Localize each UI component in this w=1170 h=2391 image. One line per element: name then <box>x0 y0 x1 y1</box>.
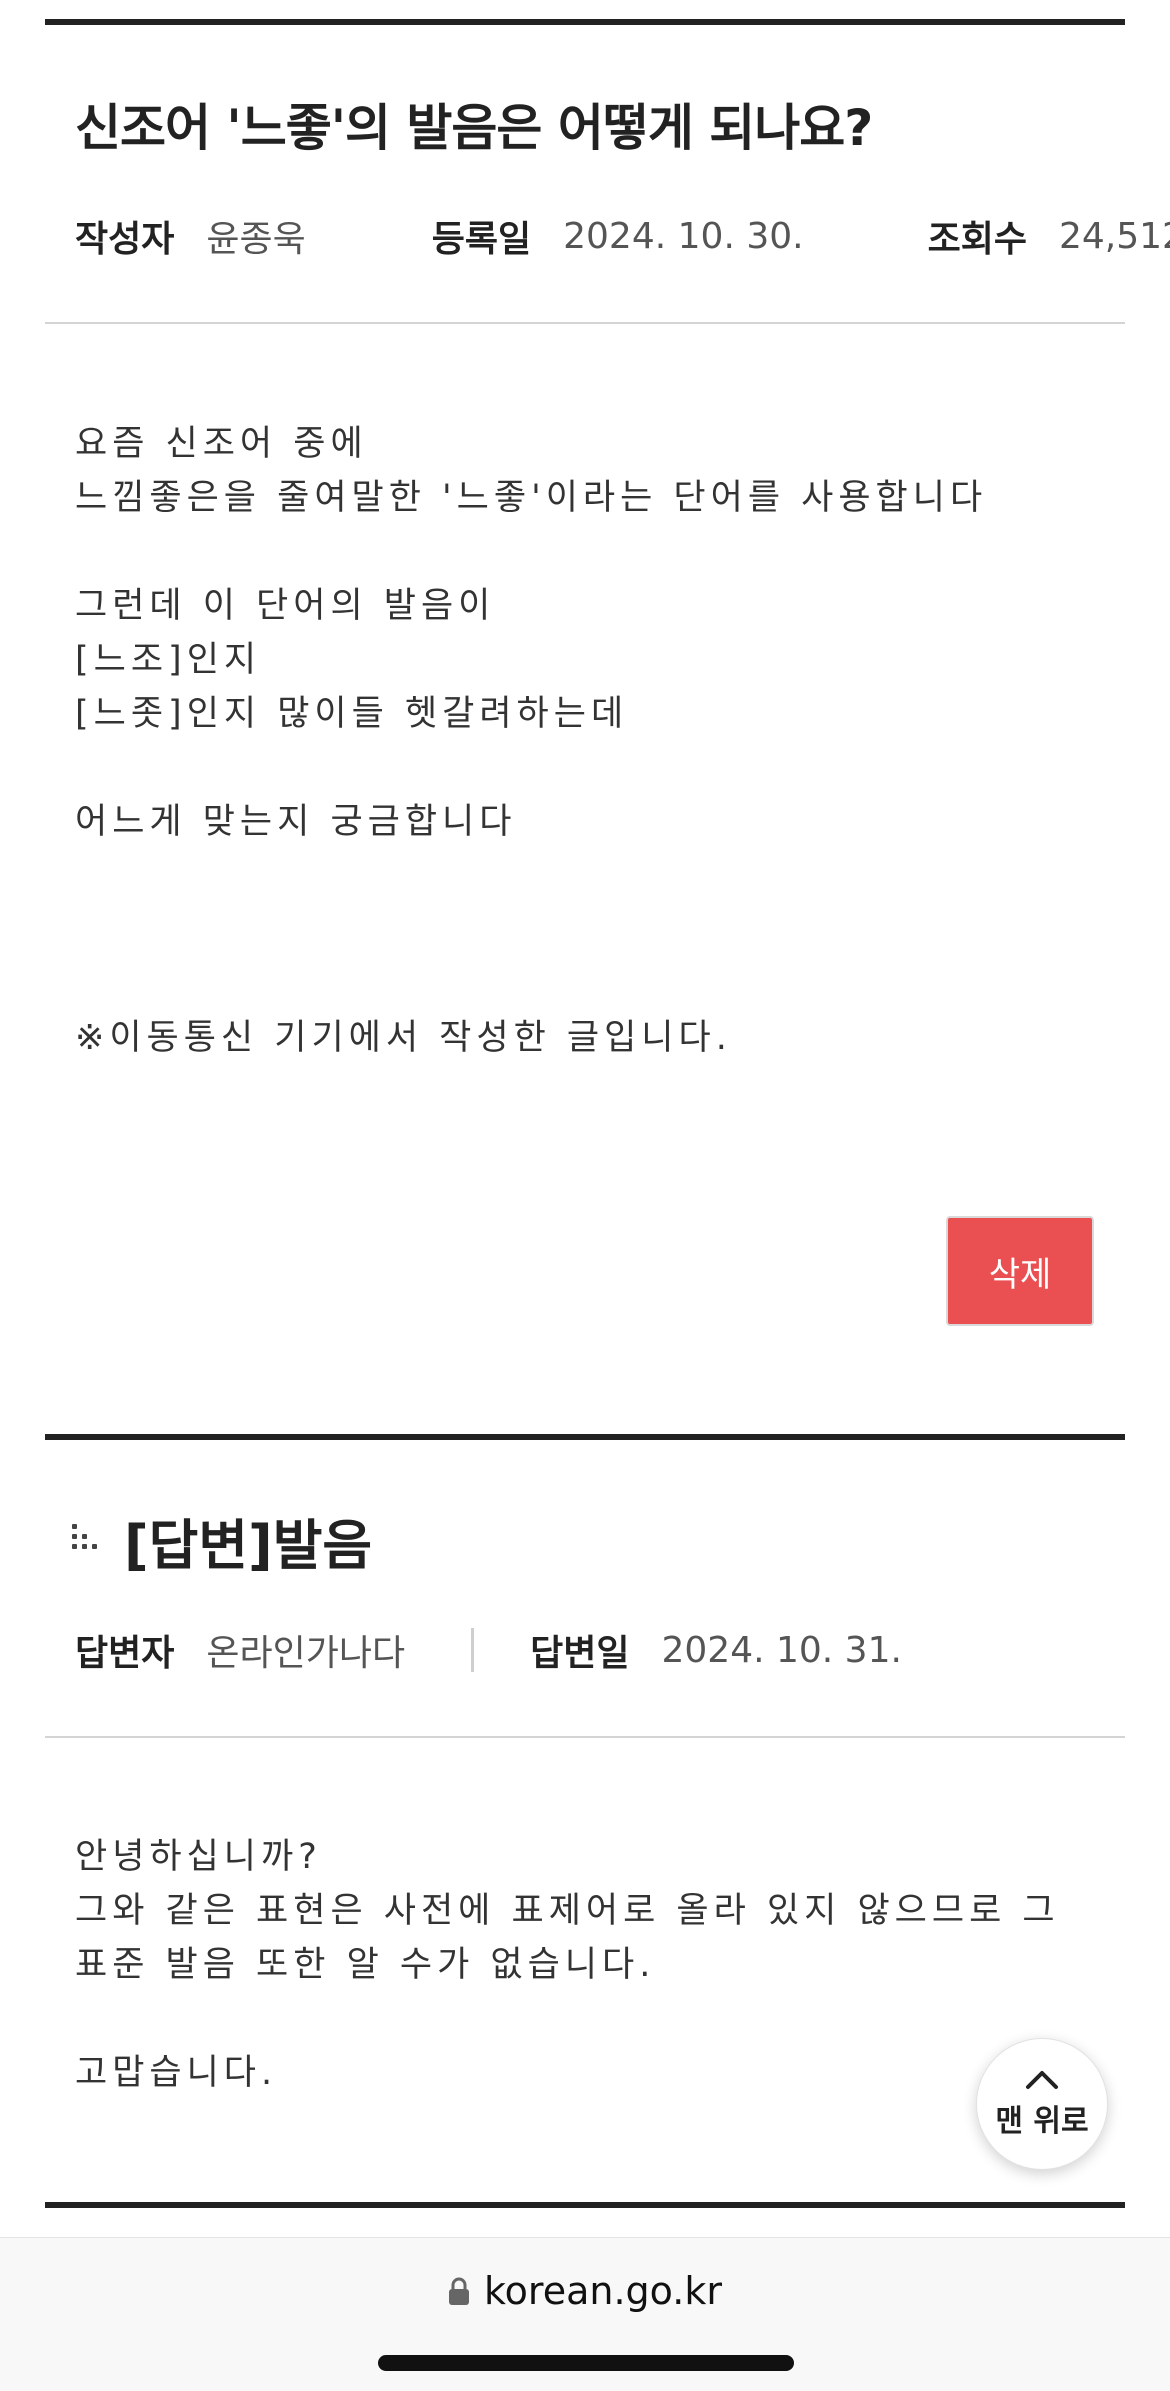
question-body-line: [느조]인지 <box>75 640 262 680</box>
date-label: 등록일 <box>431 219 532 260</box>
scroll-top-label: 맨 위로 <box>995 2104 1089 2139</box>
answer-body-line: 그와 같은 표현은 사전에 표제어로 올라 있지 않으므로 그 <box>75 1891 1060 1931</box>
dotted-list-icon <box>70 1520 110 1560</box>
answer-date-label: 답변일 <box>530 1633 630 1674</box>
answer-meta-bottom-rule <box>45 1736 1125 1738</box>
responder-value: 온라인가나다 <box>206 1633 406 1674</box>
chevron-up-icon <box>1026 2071 1058 2089</box>
question-title: 신조어 '느좋'의 발음은 어떻게 되나요? <box>75 99 873 157</box>
url-text: korean.go.kr <box>484 2269 722 2313</box>
address-bar[interactable]: korean.go.kr <box>0 2266 1170 2316</box>
question-meta: 작성자 윤종욱 등록일 2024. 10. 30. 조회수 24,512 <box>75 206 1170 266</box>
author-label: 작성자 <box>75 219 175 260</box>
meta-divider <box>471 1628 475 1672</box>
question-body-line: 어느게 맞는지 궁금합니다 <box>75 802 517 842</box>
answer-body-line: 고맙습니다. <box>75 2053 278 2093</box>
views-label: 조회수 <box>927 219 1027 260</box>
author-value: 윤종욱 <box>206 219 306 260</box>
views-value: 24,512 <box>1058 215 1170 257</box>
delete-button[interactable]: 삭제 <box>946 1216 1094 1326</box>
mobile-note: ※이동통신 기기에서 작성한 글입니다. <box>75 1018 732 1058</box>
answer-title: [답변]발음 <box>124 1513 373 1577</box>
home-indicator[interactable] <box>378 2355 794 2371</box>
scroll-top-button[interactable]: 맨 위로 <box>976 2038 1108 2170</box>
browser-bar: korean.go.kr <box>0 2237 1170 2391</box>
answer-meta: 답변자 온라인가나다 답변일 2024. 10. 31. <box>75 1620 1115 1680</box>
page: 신조어 '느좋'의 발음은 어떻게 되나요? 작성자 윤종욱 등록일 2024.… <box>0 0 1170 2391</box>
question-body-line: 느낌좋은을 줄여말한 '느좋'이라는 단어를 사용합니다 <box>75 478 988 518</box>
answer-top-rule <box>45 1434 1125 1440</box>
answer-header: [답변]발음 <box>70 1500 372 1580</box>
question-body-line: 요즘 신조어 중에 <box>75 424 368 464</box>
question-body-line: 그런데 이 단어의 발음이 <box>75 586 496 626</box>
lock-icon <box>449 2277 470 2305</box>
answer-body-line: 안녕하십니까? <box>75 1837 322 1877</box>
section-top-rule <box>45 19 1125 25</box>
meta-bottom-rule <box>45 322 1125 324</box>
answer-body-line: 표준 발음 또한 알 수가 없습니다. <box>75 1945 656 1985</box>
date-value: 2024. 10. 30. <box>563 215 804 257</box>
answer-date-value: 2024. 10. 31. <box>661 1629 902 1671</box>
question-body-line: [느좃]인지 많이들 헷갈려하는데 <box>75 694 629 734</box>
answer-bottom-rule <box>45 2202 1125 2208</box>
responder-label: 답변자 <box>75 1633 175 1674</box>
